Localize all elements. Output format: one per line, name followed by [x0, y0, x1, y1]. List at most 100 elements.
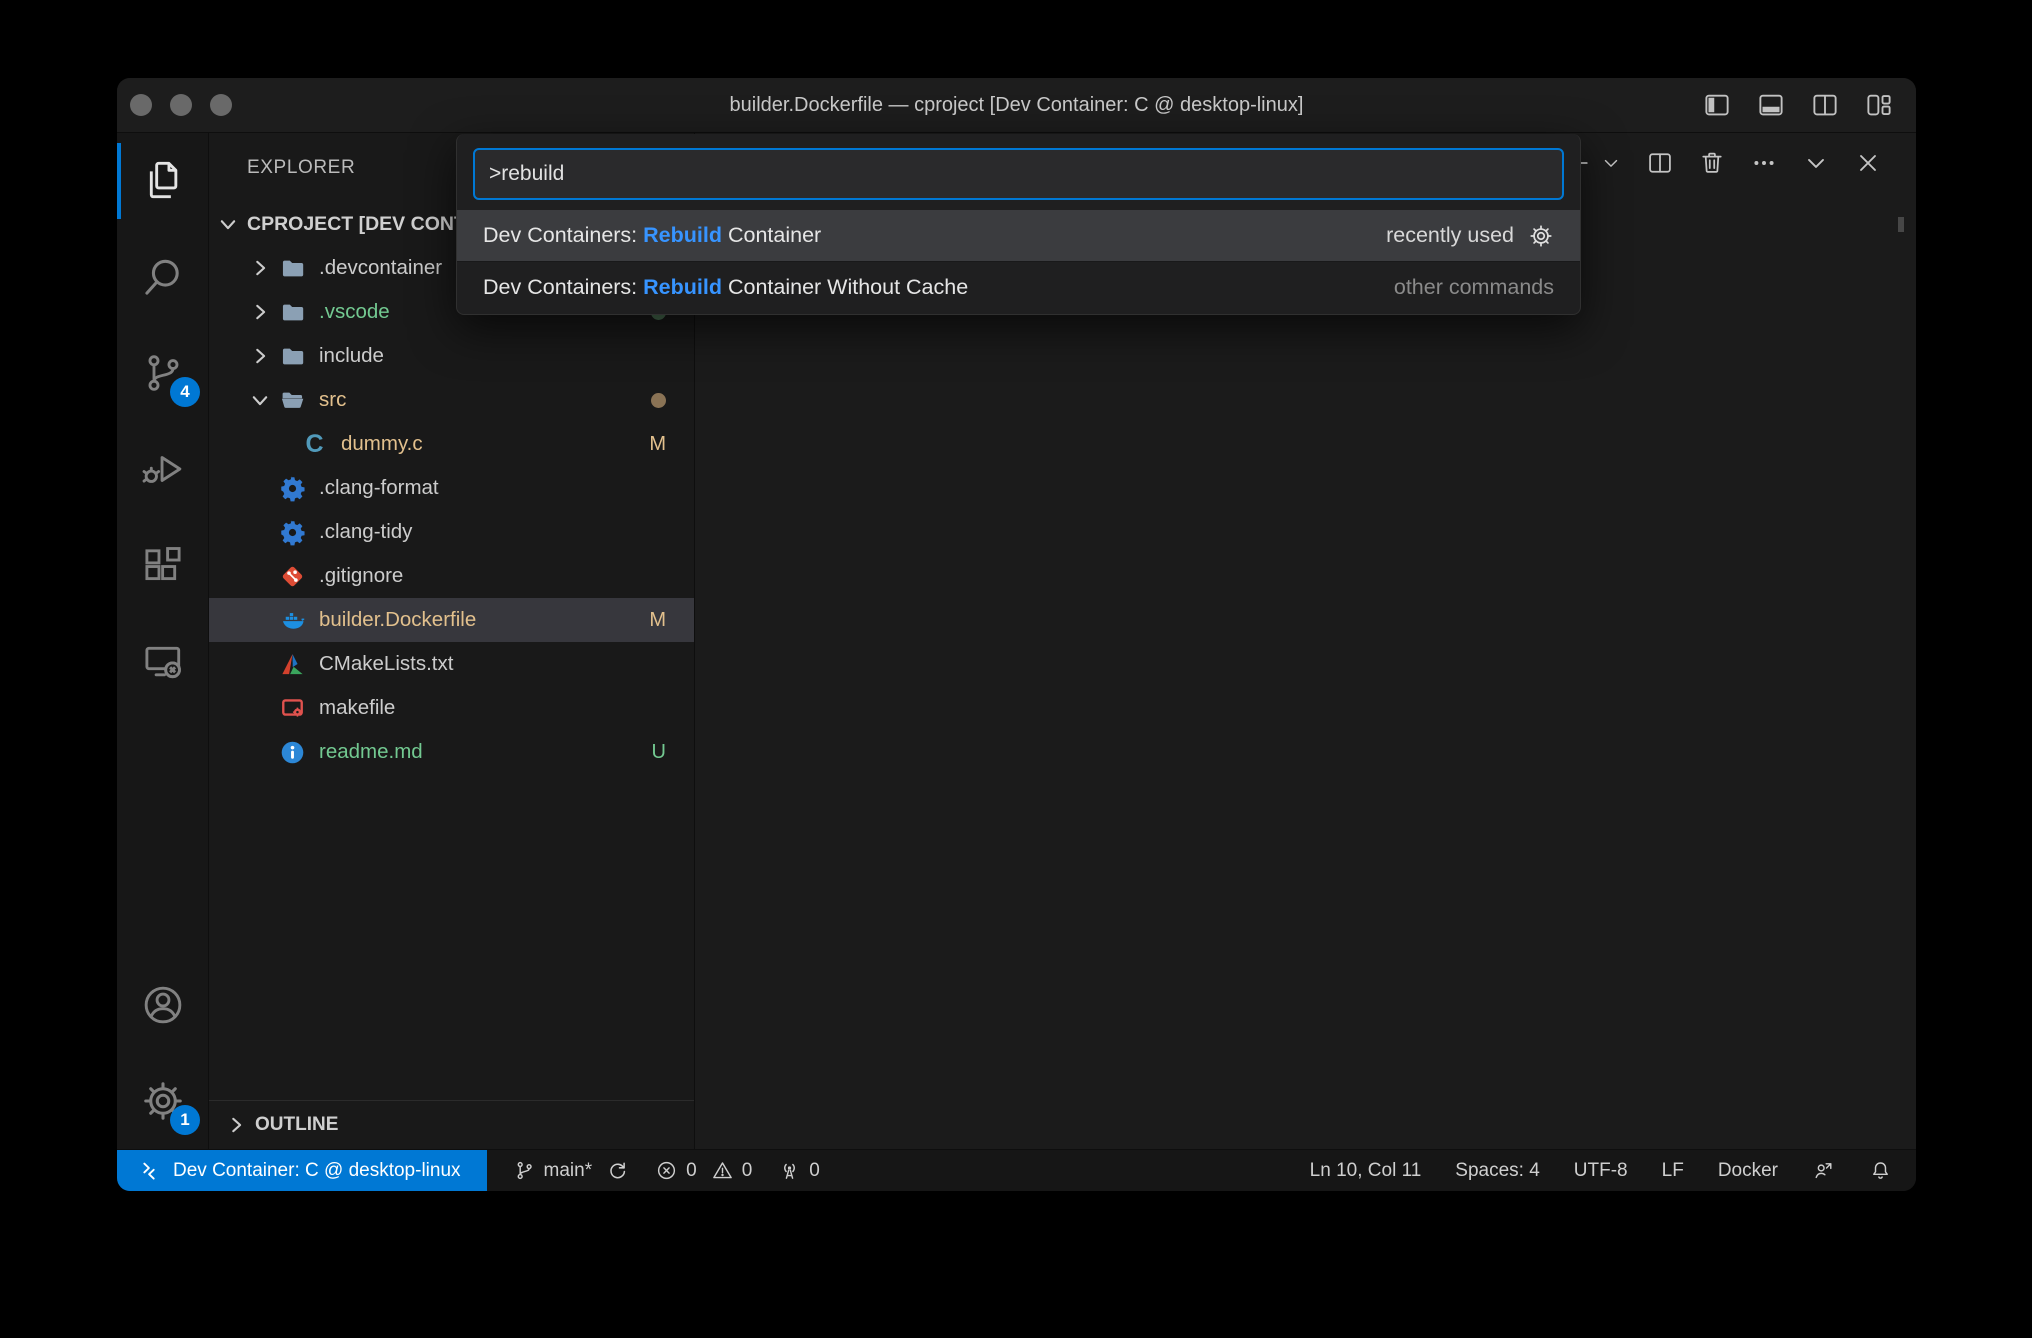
command-palette-input-box [473, 148, 1564, 200]
toggle-panel-icon[interactable] [1756, 90, 1786, 120]
tree-item-include[interactable]: include [209, 334, 694, 378]
folder-icon [279, 299, 306, 326]
split-terminal-icon[interactable] [1646, 149, 1674, 177]
tree-item-label: include [319, 344, 384, 368]
remote-icon [137, 1159, 161, 1183]
result-text: Container Without Cache [722, 275, 968, 299]
activity-run-debug[interactable] [117, 421, 208, 517]
remote-indicator[interactable]: Dev Container: C @ desktop-linux [117, 1150, 487, 1191]
activity-source-control[interactable]: 4 [117, 325, 208, 421]
ports-status[interactable]: 0 [778, 1150, 820, 1191]
warning-icon [711, 1159, 734, 1182]
configure-keybinding-icon[interactable] [1528, 223, 1554, 249]
activity-accounts[interactable] [117, 957, 208, 1053]
files-icon [140, 158, 186, 204]
search-icon [140, 254, 186, 300]
c-file-icon: C [301, 431, 328, 458]
problems-status[interactable]: 0 0 [655, 1150, 752, 1191]
status-bar: Dev Container: C @ desktop-linux main* 0… [117, 1149, 1916, 1191]
account-icon [140, 982, 186, 1028]
kill-terminal-icon[interactable] [1698, 149, 1726, 177]
tree-item-label: .clang-format [319, 476, 439, 500]
traffic-lights [130, 78, 232, 132]
launch-profile-chevron-icon[interactable] [1600, 152, 1622, 174]
command-palette: Dev Containers: Rebuild Container recent… [456, 134, 1581, 315]
info-file-icon [279, 739, 306, 766]
scrollbar-thumb[interactable] [1898, 217, 1904, 232]
error-count: 0 [686, 1160, 697, 1182]
tree-item-cmakelists[interactable]: CMakeLists.txt [209, 642, 694, 686]
language-mode[interactable]: Docker [1718, 1160, 1778, 1182]
run-debug-icon [140, 446, 186, 492]
chevron-right-icon[interactable] [249, 301, 271, 323]
outline-section[interactable]: OUTLINE [209, 1100, 694, 1149]
activity-search[interactable] [117, 229, 208, 325]
git-status-badge: M [649, 433, 666, 456]
result-match: Rebuild [643, 223, 722, 247]
chevron-right-icon[interactable] [249, 345, 271, 367]
warning-count: 0 [742, 1160, 753, 1182]
chevron-right-icon [225, 1114, 247, 1136]
notifications-button[interactable] [1869, 1159, 1892, 1182]
cursor-position[interactable]: Ln 10, Col 11 [1310, 1160, 1422, 1182]
command-palette-input[interactable] [475, 162, 1562, 186]
git-status-badge: M [649, 609, 666, 632]
result-meta: other commands [1394, 275, 1554, 300]
eol-sequence[interactable]: LF [1662, 1160, 1684, 1182]
gear-file-icon [279, 519, 306, 546]
result-text: Dev Containers: [483, 223, 643, 247]
tree-item-builder-dockerfile[interactable]: builder.Dockerfile M [209, 598, 694, 642]
tree-item-makefile[interactable]: makefile [209, 686, 694, 730]
activity-extensions[interactable] [117, 517, 208, 613]
chevron-right-icon[interactable] [249, 257, 271, 279]
result-match: Rebuild [643, 275, 722, 299]
tree-item-clang-format[interactable]: .clang-format [209, 466, 694, 510]
result-text: Container [722, 223, 821, 247]
indentation[interactable]: Spaces: 4 [1455, 1160, 1540, 1182]
customize-layout-icon[interactable] [1864, 90, 1894, 120]
chevron-down-icon[interactable] [217, 213, 239, 235]
git-branch-icon [513, 1159, 536, 1182]
toggle-secondary-sidebar-icon[interactable] [1810, 90, 1840, 120]
branch-label: main* [544, 1160, 593, 1182]
tree-item-label: .devcontainer [319, 256, 442, 280]
vscode-window: builder.Dockerfile — cproject [Dev Conta… [117, 78, 1916, 1191]
tree-item-label: .clang-tidy [319, 520, 412, 544]
maximize-window-button[interactable] [210, 94, 232, 116]
activity-remote-explorer[interactable] [117, 613, 208, 709]
palette-result-rebuild-container[interactable]: Dev Containers: Rebuild Container recent… [457, 210, 1580, 261]
palette-result-rebuild-without-cache[interactable]: Dev Containers: Rebuild Container Withou… [457, 261, 1580, 313]
feedback-button[interactable] [1812, 1159, 1835, 1182]
minimize-window-button[interactable] [170, 94, 192, 116]
tree-item-label: dummy.c [341, 432, 423, 456]
tree-item-clang-tidy[interactable]: .clang-tidy [209, 510, 694, 554]
settings-badge: 1 [170, 1105, 200, 1135]
result-meta: recently used [1386, 223, 1514, 248]
error-icon [655, 1159, 678, 1182]
chevron-down-icon[interactable] [249, 389, 271, 411]
tree-item-label: builder.Dockerfile [319, 608, 476, 632]
activity-explorer[interactable] [117, 133, 208, 229]
tree-item-gitignore[interactable]: .gitignore [209, 554, 694, 598]
more-actions-icon[interactable] [1750, 149, 1778, 177]
close-panel-icon[interactable] [1854, 149, 1882, 177]
restore-panel-icon[interactable] [1802, 149, 1830, 177]
radio-tower-icon [778, 1159, 801, 1182]
encoding[interactable]: UTF-8 [1574, 1160, 1628, 1182]
activity-settings[interactable]: 1 [117, 1053, 208, 1149]
scm-badge: 4 [170, 377, 200, 407]
tree-item-label: .vscode [319, 300, 390, 324]
close-window-button[interactable] [130, 94, 152, 116]
gear-file-icon [279, 475, 306, 502]
remote-explorer-icon [140, 638, 186, 684]
folder-icon [279, 343, 306, 370]
tree-item-dummy-c[interactable]: C dummy.c M [209, 422, 694, 466]
tree-item-label: makefile [319, 696, 395, 720]
tree-item-src[interactable]: src [209, 378, 694, 422]
outline-label: OUTLINE [255, 1114, 338, 1136]
extensions-icon [140, 542, 186, 588]
sync-icon[interactable] [606, 1159, 629, 1182]
tree-item-readme[interactable]: readme.md U [209, 730, 694, 774]
toggle-sidebar-icon[interactable] [1702, 90, 1732, 120]
branch-status[interactable]: main* [513, 1150, 630, 1191]
